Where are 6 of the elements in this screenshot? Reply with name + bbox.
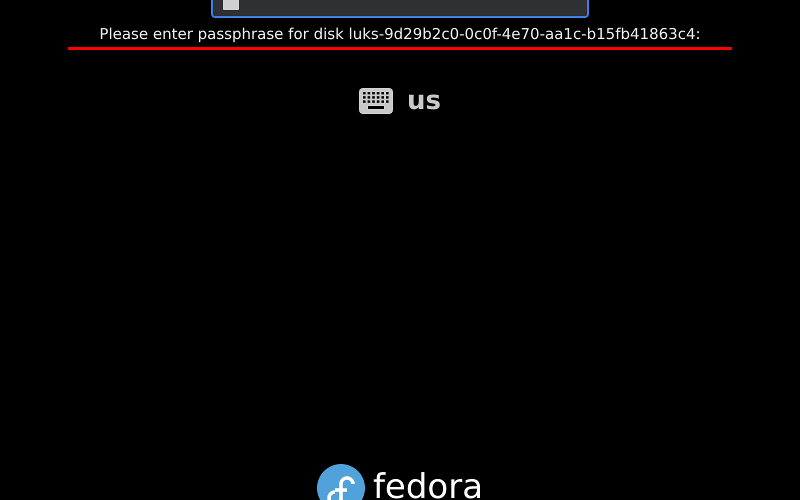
keyboard-icon [359, 88, 393, 114]
passphrase-prompt: Please enter passphrase for disk luks-9d29b2c0-0c0f-4e70-aa1c-b15fb41863c4: [99, 24, 701, 44]
keyboard-layout[interactable]: us [407, 88, 441, 114]
logo-icon [316, 464, 365, 500]
lock-icon [223, 0, 239, 10]
logo-wordmark: fedora [372, 470, 484, 500]
